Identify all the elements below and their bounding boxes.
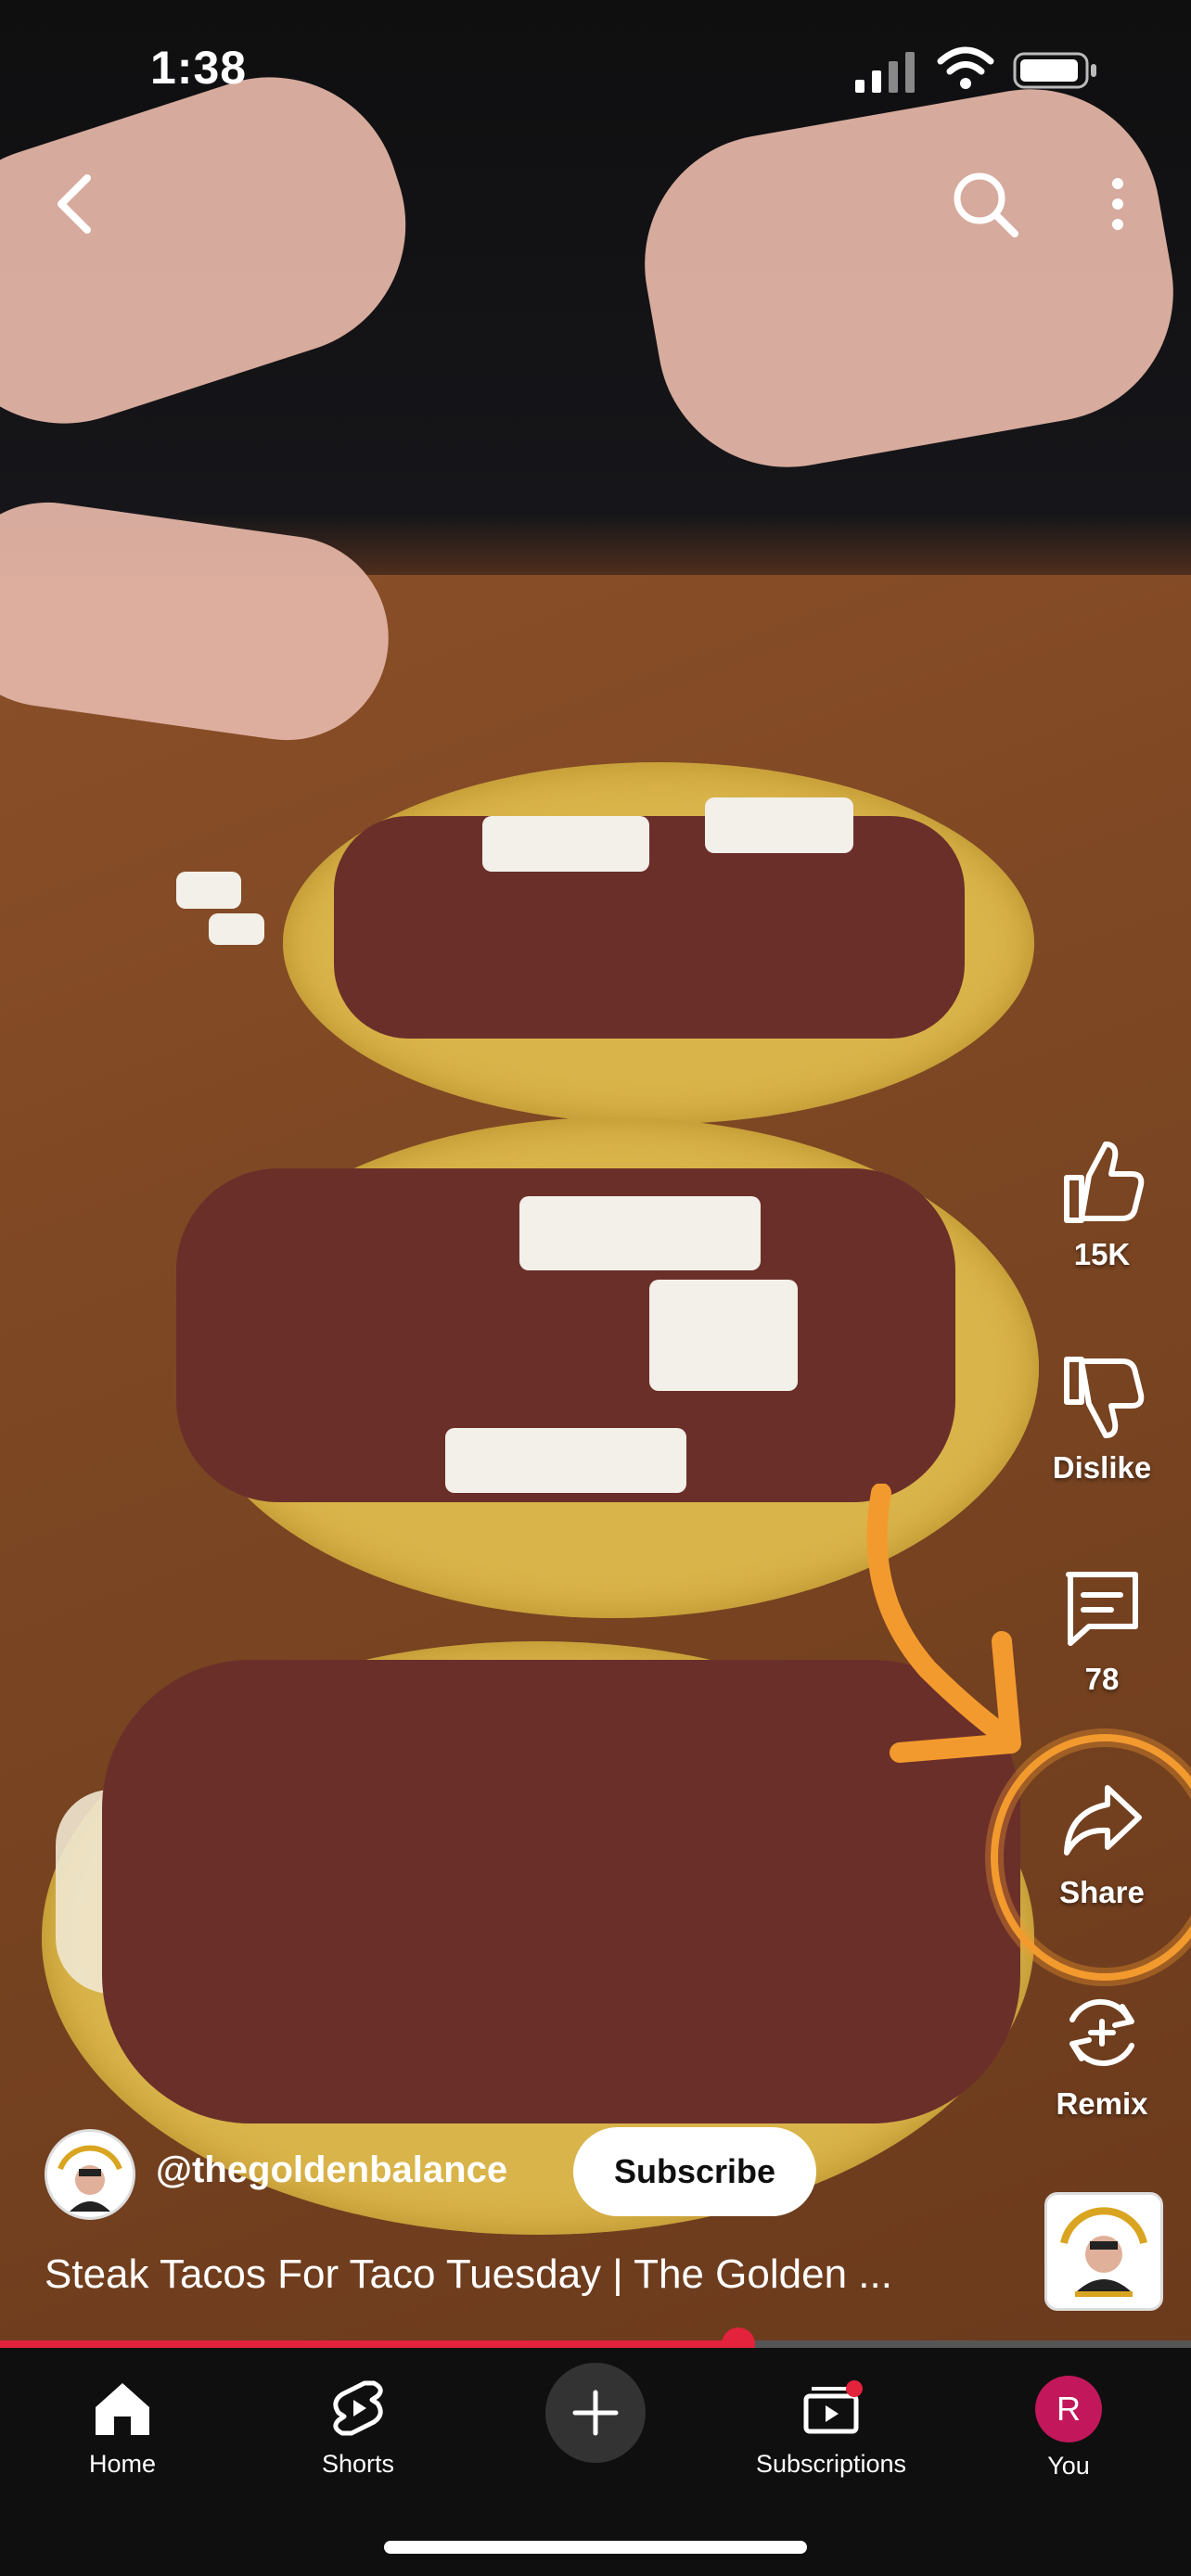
nav-home[interactable]: Home [30,2376,215,2479]
nav-subscriptions-label: Subscriptions [755,2450,907,2478]
nav-subscriptions[interactable]: Subscriptions [738,2376,924,2479]
nav-home-label: Home [88,2450,157,2478]
chevron-left-icon[interactable] [48,167,104,241]
share-label: Share [1059,1875,1145,1909]
shorts-icon [333,2380,383,2436]
home-indicator [384,2541,807,2554]
like-button[interactable]: 15K [1018,1137,1185,1272]
wifi-icon [937,46,994,89]
channel-logo [47,2132,133,2217]
nav-shorts[interactable]: Shorts [265,2376,451,2479]
remix-label: Remix [1056,2086,1148,2121]
status-time: 1:38 [150,42,248,94]
battery-icon [1013,52,1096,89]
video-frame[interactable] [0,0,1191,2341]
nav-shorts-label: Shorts [321,2450,395,2478]
thumbs-down-icon [1064,1357,1145,1438]
subscribe-button[interactable]: Subscribe [573,2127,816,2216]
nav-you-label: You [1047,2452,1090,2480]
shorts-player-screen: 1:38 15K Dislike 78 Share Remix @thegold… [0,0,1191,2576]
dislike-label: Dislike [1052,1450,1152,1485]
search-icon[interactable] [950,167,1020,241]
cellular-signal-icon [855,52,915,93]
comment-icon [1066,1572,1138,1646]
home-icon [96,2383,149,2435]
comment-count: 78 [1084,1662,1120,1696]
sound-thumbnail[interactable] [1044,2192,1163,2311]
nav-you[interactable]: R You [976,2376,1161,2480]
remix-icon [1069,1998,1134,2067]
remix-button[interactable]: Remix [1018,1986,1185,2122]
dislike-button[interactable]: Dislike [1018,1350,1185,1486]
channel-avatar[interactable] [45,2129,135,2220]
share-button[interactable]: Share [1018,1775,1185,1910]
thumbs-up-icon [1064,1141,1145,1223]
subscriptions-icon [803,2380,863,2434]
status-bar: 1:38 [0,0,1191,139]
like-count: 15K [1073,1237,1131,1271]
comments-button[interactable]: 78 [1018,1562,1185,1697]
share-icon [1064,1785,1142,1855]
golden-balance-logo [1047,2195,1160,2308]
video-title[interactable]: Steak Tacos For Taco Tuesday | The Golde… [45,2251,1018,2298]
progress-fill [0,2340,739,2348]
annotation-arrow [866,1484,1021,1763]
create-button[interactable] [545,2363,646,2463]
plus-icon [572,2390,619,2436]
video-progress-bar[interactable] [0,2327,1191,2361]
channel-name[interactable]: @thegoldenbalance [156,2149,507,2191]
avatar: R [1035,2376,1102,2442]
more-vertical-icon[interactable] [1095,167,1141,241]
